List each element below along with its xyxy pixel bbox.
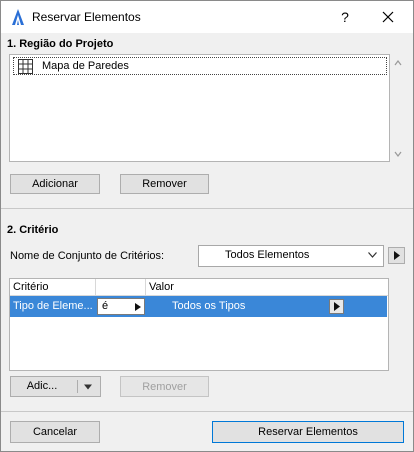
column-header-value[interactable]: Valor xyxy=(146,279,388,295)
criterion-cell: Tipo de Eleme... xyxy=(13,300,93,312)
list-item-label: Mapa de Paredes xyxy=(42,60,129,72)
operator-select[interactable]: é xyxy=(97,298,145,315)
help-button[interactable]: ? xyxy=(334,6,356,28)
column-header-operator[interactable] xyxy=(96,279,146,295)
section-divider xyxy=(1,208,413,209)
reserve-elements-dialog: Reservar Elementos ? 1. Região do Projet… xyxy=(0,0,414,452)
archicad-app-icon xyxy=(12,9,24,25)
section-criteria-title: 2. Critério xyxy=(7,224,59,236)
footer-divider xyxy=(1,411,413,412)
remove-region-button[interactable]: Remover xyxy=(120,174,209,194)
grid-icon xyxy=(18,59,33,74)
criteria-set-dropdown[interactable]: Todos Elementos xyxy=(198,245,384,267)
scroll-up-icon[interactable] xyxy=(393,58,403,68)
criteria-table: Critério Valor Tipo de Eleme... é Todos … xyxy=(9,278,389,371)
reserve-elements-button[interactable]: Reservar Elementos xyxy=(212,421,404,443)
chevron-down-icon[interactable] xyxy=(83,384,93,390)
criteria-set-value: Todos Elementos xyxy=(225,249,310,261)
value-menu-button[interactable] xyxy=(329,299,344,314)
value-cell: Todos os Tipos xyxy=(172,300,246,312)
close-icon xyxy=(382,11,394,23)
operator-value: é xyxy=(102,300,109,312)
chevron-down-icon xyxy=(368,252,377,258)
cancel-button[interactable]: Cancelar xyxy=(10,421,100,443)
add-criterion-split-button[interactable]: Adic... xyxy=(10,376,101,397)
scroll-down-icon[interactable] xyxy=(393,149,403,159)
column-header-criterion[interactable]: Critério xyxy=(10,279,96,295)
window-title: Reservar Elementos xyxy=(32,10,141,24)
triangle-right-icon xyxy=(334,302,340,311)
triangle-right-icon xyxy=(135,303,141,311)
table-row[interactable]: Tipo de Eleme... é Todos os Tipos xyxy=(10,296,387,317)
close-button[interactable] xyxy=(377,6,399,28)
remove-criterion-button[interactable]: Remover xyxy=(120,376,209,397)
add-region-button[interactable]: Adicionar xyxy=(10,174,100,194)
section-project-region-title: 1. Região do Projeto xyxy=(7,38,114,50)
add-criterion-label[interactable]: Adic... xyxy=(11,377,73,396)
title-bar: Reservar Elementos ? xyxy=(1,1,413,33)
criteria-set-menu-button[interactable] xyxy=(388,247,405,264)
split-separator xyxy=(77,380,78,393)
project-region-list[interactable]: Mapa de Paredes xyxy=(9,54,402,162)
list-item[interactable]: Mapa de Paredes xyxy=(13,57,387,75)
criteria-set-label: Nome de Conjunto de Critérios: xyxy=(10,250,165,262)
triangle-right-icon xyxy=(394,251,400,260)
